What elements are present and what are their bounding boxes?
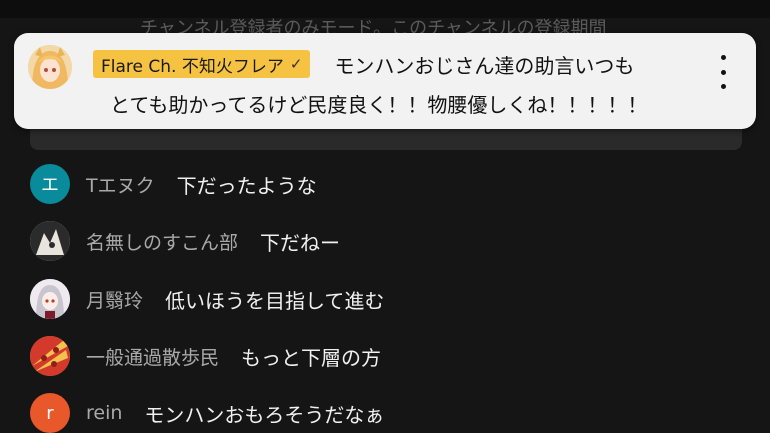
message-text: 下だったような [176,173,317,198]
chat-message[interactable]: r rein モンハンおもろそうだなぁ [30,393,384,433]
message-text: 低いほうを目指して進む [165,288,385,313]
author-name: Flare Ch. 不知火フレア [101,56,284,77]
avatar[interactable] [28,45,72,89]
author-badge[interactable]: Flare Ch. 不知火フレア ✓ [93,50,311,78]
avatar[interactable]: r [30,393,70,433]
chat-message[interactable]: エ Tエヌク 下だったような [30,164,317,204]
avatar[interactable] [30,279,70,319]
avatar[interactable] [30,336,70,376]
message-text: もっと下層の方 [241,345,382,370]
verified-icon: ✓ [289,55,303,73]
top-bar [0,0,770,18]
message-text: 下だねー [260,230,341,255]
more-vert-icon[interactable] [716,55,730,89]
chat-message[interactable]: 名無しのすこん部 下だねー [30,221,340,261]
pinned-text-line2: とても助かってるけど民度良く！！物腰優しくね！！！！！ [110,93,648,117]
author-name[interactable]: 名無しのすこん部 [86,228,238,255]
message-text: モンハンおもろそうだなぁ [144,402,385,427]
pinned-message[interactable]: Flare Ch. 不知火フレア ✓ モンハンおじさん達の助言いつも とても助か… [14,33,756,129]
author-name[interactable]: Tエヌク [86,171,155,198]
author-name[interactable]: 一般通過散歩民 [86,343,219,370]
chat-message[interactable]: 一般通過散歩民 もっと下層の方 [30,336,381,376]
author-name[interactable]: rein [86,402,122,424]
avatar[interactable] [30,221,70,261]
avatar[interactable]: エ [30,164,70,204]
author-name[interactable]: 月翳玲 [86,286,143,313]
pinned-text-line1: モンハンおじさん達の助言いつも [334,53,635,78]
chat-message[interactable]: 月翳玲 低いほうを目指して進む [30,279,384,319]
